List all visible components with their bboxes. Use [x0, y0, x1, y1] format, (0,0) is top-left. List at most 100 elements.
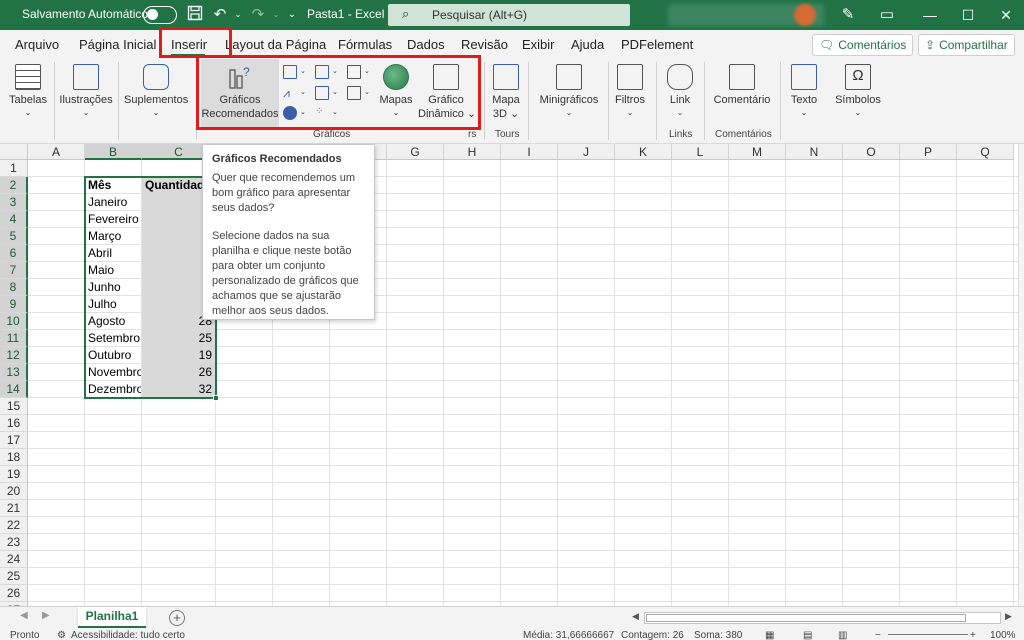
cell-month[interactable]: Setembro: [85, 330, 141, 347]
column-header-h[interactable]: H: [444, 144, 501, 160]
symbols-button[interactable]: Ω Símbolos ⌄: [832, 64, 884, 117]
zoom-in-icon[interactable]: +: [970, 630, 976, 640]
column-header-k[interactable]: K: [615, 144, 672, 160]
next-sheet-icon[interactable]: ▶: [42, 610, 50, 621]
ribbon-display-icon[interactable]: ▭: [877, 5, 897, 25]
pie-chart-icon[interactable]: [283, 106, 297, 120]
zoom-level[interactable]: 100%: [990, 630, 1016, 640]
customize-toolbar-icon[interactable]: ⌄: [282, 5, 302, 25]
sparklines-button[interactable]: Minigráficos ⌄: [534, 64, 604, 117]
comment-button[interactable]: Comentário: [710, 64, 774, 107]
cell-quantity[interactable]: 26: [142, 364, 215, 381]
row-header-18[interactable]: 18: [0, 449, 28, 466]
tab-dados[interactable]: Dados: [407, 37, 445, 52]
column-header-g[interactable]: G: [387, 144, 444, 160]
scroll-thumb[interactable]: [646, 614, 966, 622]
tab-ajuda[interactable]: Ajuda: [571, 37, 604, 52]
status-accessibility[interactable]: Acessibilidade: tudo certo: [71, 630, 185, 640]
comments-button[interactable]: 🗨 Comentários: [812, 34, 914, 56]
tab-exibir[interactable]: Exibir: [522, 37, 555, 52]
row-header-7[interactable]: 7: [0, 262, 28, 279]
horizontal-scrollbar[interactable]: ◀ ▶: [630, 611, 1015, 625]
scroll-right-icon[interactable]: ▶: [1005, 611, 1012, 622]
column-header-l[interactable]: L: [672, 144, 729, 160]
cell-quantity[interactable]: 19: [142, 347, 215, 364]
column-header-o[interactable]: O: [843, 144, 900, 160]
prev-sheet-icon[interactable]: ◀: [20, 610, 28, 621]
share-button[interactable]: ⇪ Compartilhar: [918, 34, 1015, 56]
row-header-2[interactable]: 2: [0, 177, 28, 194]
column-chart-icon[interactable]: [283, 65, 297, 79]
scroll-left-icon[interactable]: ◀: [632, 611, 639, 622]
select-all-corner[interactable]: [0, 144, 28, 160]
normal-view-icon[interactable]: ▦: [765, 630, 774, 640]
spreadsheet-grid[interactable]: ABCDEFGHIJKLMNOPQ12345678910111213141516…: [0, 144, 1018, 606]
autosave-toggle[interactable]: [143, 6, 177, 24]
text-button[interactable]: Texto ⌄: [786, 64, 822, 117]
page-layout-icon[interactable]: ▤: [803, 630, 812, 640]
row-header-10[interactable]: 10: [0, 313, 28, 330]
undo-dropdown-icon[interactable]: ⌄: [228, 5, 248, 25]
row-header-8[interactable]: 8: [0, 279, 28, 296]
row-header-3[interactable]: 3: [0, 194, 28, 211]
save-icon[interactable]: [185, 5, 205, 25]
row-header-5[interactable]: 5: [0, 228, 28, 245]
row-header-25[interactable]: 25: [0, 568, 28, 585]
row-header-16[interactable]: 16: [0, 415, 28, 432]
statistic-chart-icon[interactable]: [315, 86, 329, 100]
column-header-a[interactable]: A: [28, 144, 85, 160]
zoom-out-icon[interactable]: −: [875, 630, 881, 640]
waterfall-chart-icon[interactable]: [347, 65, 361, 79]
illustrations-button[interactable]: Ilustrações ⌄: [58, 64, 114, 117]
row-header-20[interactable]: 20: [0, 483, 28, 500]
row-header-4[interactable]: 4: [0, 211, 28, 228]
tables-button[interactable]: Tabelas ⌄: [8, 64, 48, 117]
row-header-17[interactable]: 17: [0, 432, 28, 449]
row-header-13[interactable]: 13: [0, 364, 28, 381]
vertical-scrollbar[interactable]: [1018, 144, 1024, 606]
column-header-m[interactable]: M: [729, 144, 786, 160]
filters-button[interactable]: Filtros ⌄: [612, 64, 648, 117]
column-header-i[interactable]: I: [501, 144, 558, 160]
cell-month[interactable]: Dezembro: [85, 381, 141, 398]
map3d-button[interactable]: Mapa 3D ⌄: [488, 64, 524, 121]
cell-month[interactable]: Novembro: [85, 364, 141, 381]
row-header-6[interactable]: 6: [0, 245, 28, 262]
cell-month[interactable]: Abril: [85, 245, 141, 262]
tab-pagina-inicial[interactable]: Página Inicial: [79, 37, 156, 52]
column-header-n[interactable]: N: [786, 144, 843, 160]
cell-b2[interactable]: Mês: [85, 177, 141, 194]
close-icon[interactable]: ✕: [996, 5, 1016, 25]
scatter-chart-icon[interactable]: ⁘: [315, 106, 329, 120]
search-box[interactable]: ⌕ Pesquisar (Alt+G): [388, 4, 630, 26]
zoom-slider[interactable]: [888, 634, 968, 635]
row-header-11[interactable]: 11: [0, 330, 28, 347]
cell-month[interactable]: Janeiro: [85, 194, 141, 211]
row-header-12[interactable]: 12: [0, 347, 28, 364]
row-header-22[interactable]: 22: [0, 517, 28, 534]
combo-chart-icon[interactable]: [347, 86, 361, 100]
row-header-21[interactable]: 21: [0, 500, 28, 517]
addins-button[interactable]: Suplementos ⌄: [124, 64, 188, 117]
tab-arquivo[interactable]: Arquivo: [15, 37, 59, 52]
recommended-charts-button[interactable]: ? Gráficos Recomendados: [201, 64, 279, 121]
hierarchy-chart-icon[interactable]: [315, 65, 329, 79]
row-header-15[interactable]: 15: [0, 398, 28, 415]
row-header-23[interactable]: 23: [0, 534, 28, 551]
column-header-p[interactable]: P: [900, 144, 957, 160]
undo-icon[interactable]: ↶: [210, 5, 230, 25]
row-header-19[interactable]: 19: [0, 466, 28, 483]
pen-icon[interactable]: ✎: [838, 5, 858, 25]
add-sheet-icon[interactable]: +: [169, 610, 185, 626]
column-header-j[interactable]: J: [558, 144, 615, 160]
maximize-icon[interactable]: ☐: [958, 5, 978, 25]
pivot-chart-button[interactable]: Gráfico Dinâmico ⌄: [418, 64, 476, 121]
cell-month[interactable]: Junho: [85, 279, 141, 296]
row-header-1[interactable]: 1: [0, 160, 28, 177]
row-header-14[interactable]: 14: [0, 381, 28, 398]
charts-dialog-launcher[interactable]: rs: [468, 129, 476, 140]
tab-formulas[interactable]: Fórmulas: [338, 37, 392, 52]
tab-pdfelement[interactable]: PDFelement: [621, 37, 693, 52]
sheet-tab-planilha1[interactable]: Planilha1: [78, 607, 146, 629]
row-header-9[interactable]: 9: [0, 296, 28, 313]
